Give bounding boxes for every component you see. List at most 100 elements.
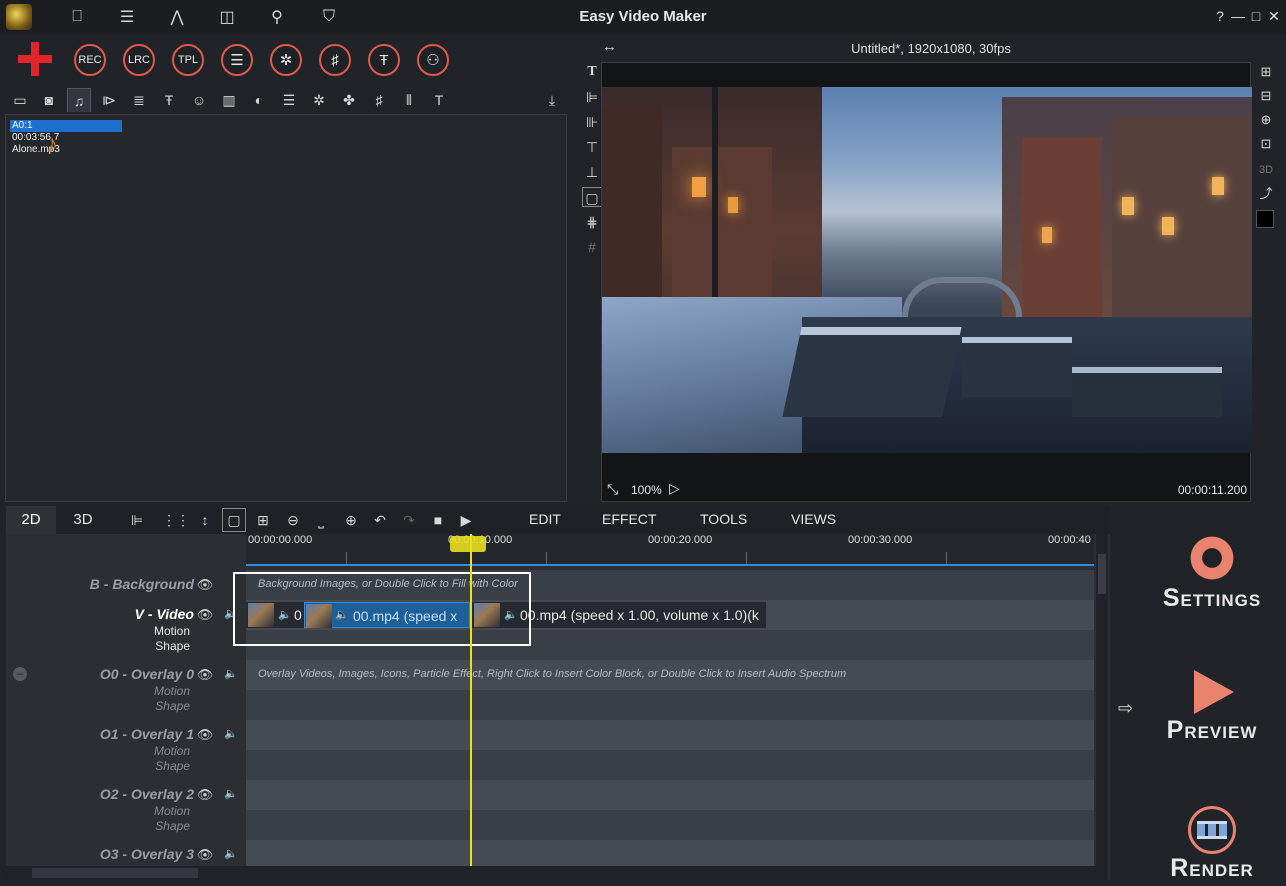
lyrics-icon[interactable]: ≣ [127, 88, 151, 112]
timeline-vertical-scrollbar[interactable] [1096, 534, 1108, 880]
play-preview-icon[interactable]: ▷ [669, 480, 680, 497]
video-shape-label[interactable]: Shape [6, 639, 190, 653]
menu-edit[interactable]: EDIT [529, 511, 561, 527]
eye-icon[interactable]: 👁 [195, 577, 215, 592]
emoji-icon[interactable]: ☺ [187, 88, 211, 112]
layout-2-icon[interactable]: ⊟ [1256, 86, 1276, 106]
overlay-1-shape-row[interactable] [246, 750, 1094, 780]
overlay-2-track[interactable] [246, 780, 1094, 810]
text-tool-icon[interactable]: T [582, 62, 602, 82]
music-tab-icon[interactable]: ♫ [67, 88, 91, 112]
media-item-audio[interactable]: A0:1 00:03:56.7 Alone.mp3 [10, 120, 122, 156]
close-button[interactable]: ✕ [1266, 8, 1282, 24]
expand-arrow-icon[interactable]: ⇨ [1118, 698, 1133, 719]
record-button[interactable]: REC [74, 44, 106, 76]
video-motion-label[interactable]: Motion [6, 624, 190, 638]
undo-icon[interactable]: ↶ [368, 508, 392, 532]
hashtag-button[interactable]: ♯ [319, 44, 351, 76]
tab-3d[interactable]: 3D [58, 506, 108, 534]
menu-views[interactable]: VIEWS [791, 511, 836, 527]
list-icon[interactable]: ☰ [277, 88, 301, 112]
puzzle-icon[interactable]: ✤ [337, 88, 361, 112]
template-button[interactable]: TPL [172, 44, 204, 76]
fit-screen-icon[interactable]: ⤡ [607, 481, 618, 498]
subtitle-icon[interactable]: Ŧ [157, 88, 181, 112]
maximize-button[interactable]: □ [1248, 8, 1264, 24]
speaker-icon[interactable]: 🔈 [224, 847, 238, 861]
vertical-resize-icon[interactable]: ↕ [193, 508, 217, 532]
hashtag-icon[interactable]: ♯ [367, 88, 391, 112]
minimize-button[interactable]: — [1230, 8, 1246, 24]
overlay-2-shape-row[interactable] [246, 810, 1094, 840]
layout-3-icon[interactable]: ⊕ [1256, 110, 1276, 130]
scrollbar-thumb[interactable] [1098, 554, 1106, 594]
overlay0-shape-label[interactable]: Shape [6, 699, 190, 713]
timeline[interactable]: 00:00:00.000 00:00:10.000 00:00:20.000 0… [6, 534, 1110, 880]
align-right-icon[interactable]: ⊪ [582, 112, 602, 132]
preview-button[interactable]: PREVIEW [1160, 670, 1264, 745]
frame-icon[interactable]: ▢ [582, 187, 602, 207]
eye-icon[interactable]: 👁 [195, 667, 215, 682]
zoom-out-icon[interactable]: ⊖ [281, 508, 305, 532]
color-swatch[interactable] [1256, 210, 1274, 228]
text-button[interactable]: Ŧ [368, 44, 400, 76]
play-icon[interactable]: ▶ [454, 508, 478, 532]
eye-icon[interactable]: 👁 [195, 607, 215, 622]
eye-icon[interactable]: 👁 [195, 847, 215, 862]
effects-button[interactable]: ✲ [270, 44, 302, 76]
title-text-icon[interactable]: T [427, 88, 451, 112]
spectrum-icon[interactable]: ⦀ [397, 88, 421, 112]
help-button[interactable]: ? [1212, 8, 1228, 24]
contrast-icon[interactable]: ◐ [247, 88, 271, 112]
preview-canvas[interactable] [601, 62, 1252, 502]
rotate-icon[interactable]: ⤴ [1256, 184, 1276, 204]
align-left-icon[interactable]: ⊫ [125, 508, 149, 532]
speaker-icon[interactable]: 🔈 [224, 667, 238, 681]
download-icon[interactable]: ⤓ [540, 88, 564, 112]
align-bottom-icon[interactable]: ⊥ [582, 162, 602, 182]
speaker-icon[interactable]: 🔈 [224, 727, 238, 741]
menu-effect[interactable]: EFFECT [602, 511, 656, 527]
user-button[interactable]: ⚇ [417, 44, 449, 76]
speaker-icon[interactable]: 🔈 [224, 787, 238, 801]
playhead-marker[interactable] [450, 536, 486, 552]
overlay0-motion-label[interactable]: Motion [6, 684, 190, 698]
overlay-1-track[interactable] [246, 720, 1094, 750]
render-button[interactable]: RENDER [1160, 806, 1264, 883]
split-icon[interactable]: ⊞ [251, 508, 275, 532]
overlay-0-shape-row[interactable] [246, 690, 1094, 720]
particle-icon[interactable]: ✲ [307, 88, 331, 112]
playhead-line[interactable] [470, 534, 472, 866]
layout-1-icon[interactable]: ⊞ [1256, 62, 1276, 82]
overlay2-motion-label[interactable]: Motion [6, 804, 190, 818]
media-library-panel[interactable]: A0:1 00:03:56.7 Alone.mp3 ♪ [5, 114, 567, 502]
fit-icon[interactable]: ⎵ [309, 508, 333, 532]
align-top-icon[interactable]: ⊤ [582, 137, 602, 157]
align-left-icon[interactable]: ⊫ [582, 87, 602, 107]
film-icon[interactable]: ▭ [8, 88, 32, 112]
overlay2-shape-label[interactable]: Shape [6, 819, 190, 833]
lyrics-button[interactable]: LRC [123, 44, 155, 76]
menu-tools[interactable]: TOOLS [700, 511, 747, 527]
add-media-button[interactable] [16, 40, 54, 78]
camera-icon[interactable]: ◙ [37, 88, 61, 112]
settings-button[interactable]: SETTINGS [1160, 534, 1264, 613]
eye-icon[interactable]: 👁 [195, 787, 215, 802]
battery-icon[interactable]: ▥ [217, 88, 241, 112]
eye-icon[interactable]: 👁 [195, 727, 215, 742]
overlay1-motion-label[interactable]: Motion [6, 744, 190, 758]
overlay-0-track[interactable]: Overlay Videos, Images, Icons, Particle … [246, 660, 1094, 690]
list-button[interactable]: ☰ [221, 44, 253, 76]
tab-2d[interactable]: 2D [6, 506, 56, 534]
select-icon[interactable]: ▢ [222, 508, 246, 532]
grid-icon[interactable]: ⋮⋮ [162, 508, 190, 532]
time-ruler[interactable]: 00:00:00.000 00:00:10.000 00:00:20.000 0… [246, 534, 1094, 566]
scrollbar-thumb[interactable] [32, 868, 198, 878]
layout-4-icon[interactable]: ⊡ [1256, 134, 1276, 154]
stop-icon[interactable]: ■ [426, 508, 450, 532]
grid-icon[interactable]: ⋕ [582, 212, 602, 232]
timeline-horizontal-scrollbar[interactable] [6, 866, 1096, 880]
transition-icon[interactable]: ⧐ [97, 88, 121, 112]
overlay1-shape-label[interactable]: Shape [6, 759, 190, 773]
zoom-in-icon[interactable]: ⊕ [339, 508, 363, 532]
